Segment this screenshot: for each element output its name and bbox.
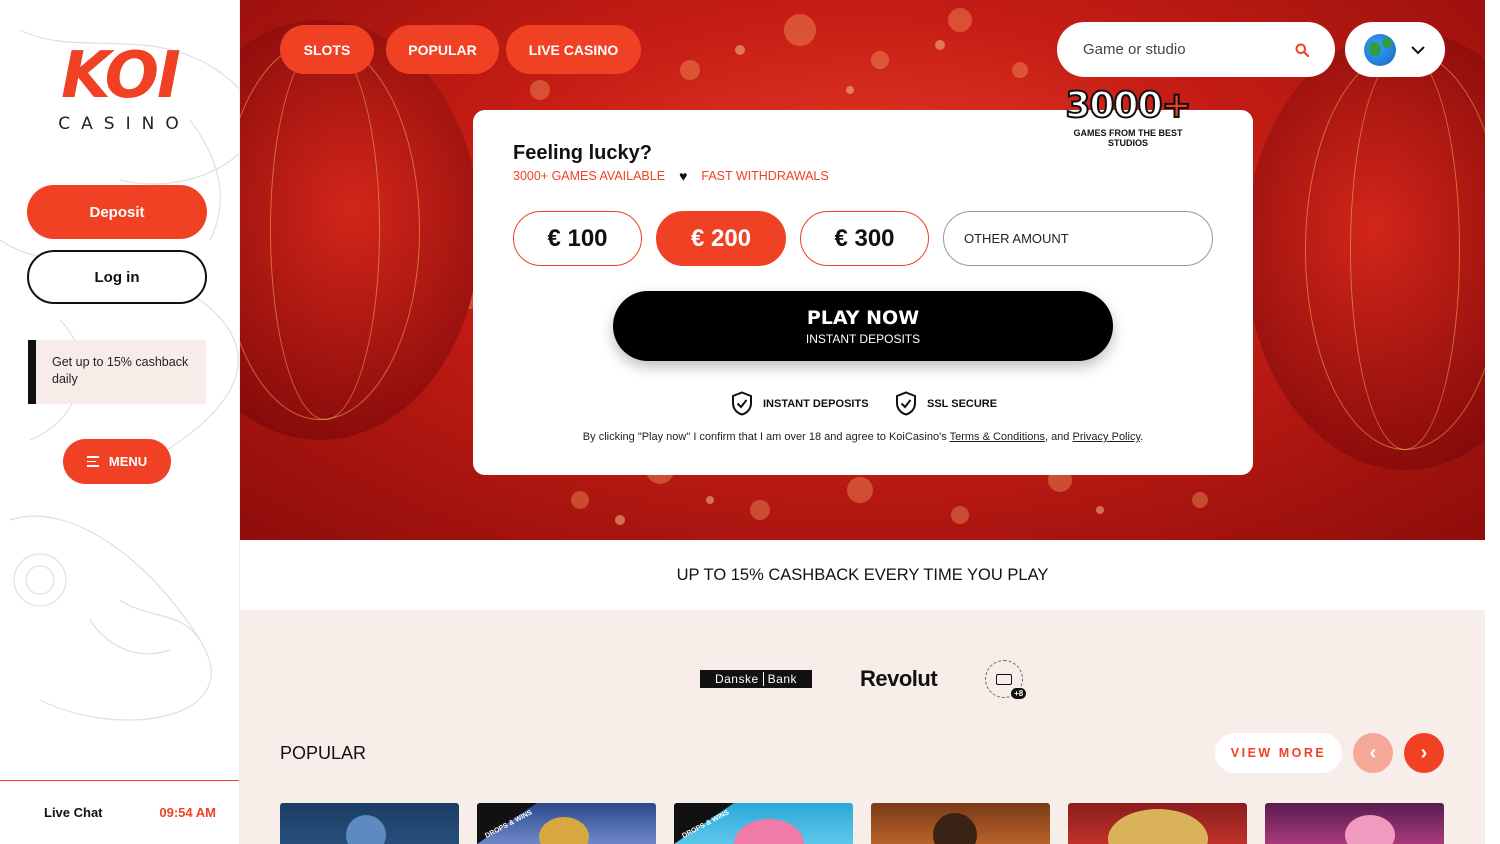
bank-text: Bank: [762, 672, 801, 686]
live-chat-link[interactable]: Live Chat: [44, 805, 103, 820]
amount-option-200[interactable]: € 200: [656, 211, 786, 266]
more-payments-count: +8: [1011, 688, 1027, 699]
game-tile[interactable]: [1068, 803, 1247, 844]
search-icon[interactable]: [1295, 43, 1309, 57]
game-tile[interactable]: DROPS & WINS: [477, 803, 656, 844]
instant-deposits-badge: INSTANT DEPOSITS: [731, 391, 869, 416]
lower-section: Danske Bank Revolut +8 POPULAR VIEW MORE …: [240, 610, 1485, 844]
fast-withdrawals-text: FAST WITHDRAWALS: [701, 169, 829, 183]
payment-methods: Danske Bank Revolut +8: [700, 660, 1027, 699]
legal-text: By clicking "Play now" I confirm that I …: [582, 431, 950, 443]
hamburger-icon: [86, 456, 99, 467]
nav-slots[interactable]: SLOTS: [280, 25, 374, 74]
amount-option-300[interactable]: € 300: [800, 211, 929, 266]
shield-check-icon: [732, 391, 752, 416]
play-now-label: PLAY NOW: [806, 306, 920, 329]
play-now-sublabel: INSTANT DEPOSITS: [805, 331, 921, 346]
revolut-logo: Revolut: [860, 666, 938, 691]
login-button[interactable]: Log in: [27, 250, 207, 304]
play-now-button[interactable]: PLAY NOW INSTANT DEPOSITS: [613, 291, 1113, 361]
popular-games-carousel: DROPS & WINS DROPS & WINS: [280, 803, 1444, 844]
heart-icon: ♥: [679, 168, 688, 184]
credit-card-icon: [996, 673, 1013, 685]
game-tile[interactable]: [871, 803, 1050, 844]
clock: 09:54 AM: [159, 805, 216, 820]
search-box[interactable]: [1057, 22, 1335, 77]
badge-subtitle: GAMES FROM THE BEST STUDIOS: [1073, 128, 1183, 148]
logo-wordmark: CASINO: [58, 114, 190, 134]
sidebar-footer: Live Chat 09:54 AM: [0, 780, 239, 844]
logo-mark: KOI: [61, 39, 181, 113]
popular-section-title: POPULAR: [280, 743, 367, 763]
legal-text-mid: , and: [1044, 431, 1073, 443]
game-tile[interactable]: [280, 803, 459, 844]
hero-banner: SLOTS POPULAR LIVE CASINO Feeling lucky?…: [240, 0, 1485, 540]
menu-label: MENU: [108, 454, 148, 469]
game-tile[interactable]: [1265, 803, 1444, 844]
privacy-link[interactable]: Privacy Policy: [1072, 431, 1140, 443]
danske-bank-logo: Danske Bank: [700, 670, 812, 688]
search-input[interactable]: [1083, 41, 1283, 58]
game-tile[interactable]: DROPS & WINS: [674, 803, 853, 844]
deposit-button[interactable]: Deposit: [27, 185, 207, 239]
koi-casino-logo[interactable]: KOI CASINO: [50, 40, 190, 134]
cashback-promo: Get up to 15% cashback daily: [28, 340, 206, 404]
legal-text-end: .: [1140, 431, 1144, 443]
language-selector[interactable]: [1345, 22, 1445, 77]
globe-icon: [1364, 33, 1396, 66]
badge-number: 3000: [1064, 85, 1163, 127]
amount-option-100[interactable]: € 100: [513, 211, 642, 266]
badge-plus: +: [1161, 85, 1193, 127]
card-title: Feeling lucky?: [513, 142, 652, 164]
terms-link[interactable]: Terms & Conditions: [950, 431, 1045, 443]
carousel-prev-button[interactable]: ‹: [1353, 733, 1393, 773]
ssl-secure-badge: SSL SECURE: [895, 391, 997, 416]
ssl-secure-text: SSL SECURE: [927, 397, 998, 410]
games-count-badge: 3000+ GAMES FROM THE BEST STUDIOS: [1053, 85, 1203, 149]
cashback-banner: UP TO 15% CASHBACK EVERY TIME YOU PLAY: [240, 540, 1485, 610]
card-subtitle: 3000+ GAMES AVAILABLE ♥ FAST WITHDRAWALS: [513, 168, 829, 184]
chevron-down-icon: [1411, 45, 1425, 54]
carousel-next-button[interactable]: ›: [1404, 733, 1444, 773]
nav-live-casino[interactable]: LIVE CASINO: [506, 25, 641, 74]
nav-popular[interactable]: POPULAR: [386, 25, 499, 74]
instant-deposits-text: INSTANT DEPOSITS: [763, 397, 869, 410]
sidebar: KOI CASINO Deposit Log in Get up to 15% …: [0, 0, 240, 844]
other-amount-input[interactable]: OTHER AMOUNT: [943, 211, 1213, 266]
shield-check-icon: [896, 391, 916, 416]
more-payments-icon[interactable]: +8: [985, 660, 1027, 699]
games-available-text: 3000+ GAMES AVAILABLE: [513, 169, 666, 183]
legal-notice: By clicking "Play now" I confirm that I …: [473, 431, 1253, 443]
menu-button[interactable]: MENU: [63, 439, 171, 484]
deposit-card: Feeling lucky? 3000+ GAMES AVAILABLE ♥ F…: [473, 110, 1253, 475]
view-more-button[interactable]: VIEW MORE: [1215, 733, 1342, 773]
danske-text: Danske: [714, 672, 759, 686]
